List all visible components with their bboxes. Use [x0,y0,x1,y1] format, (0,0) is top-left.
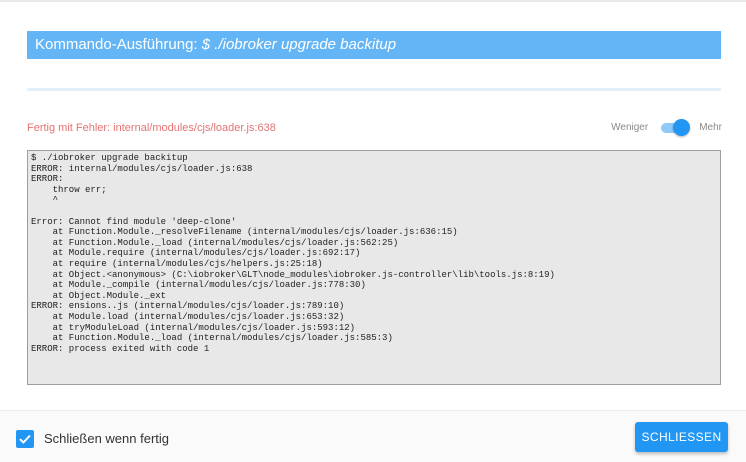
log-line: ERROR: internal/modules/cjs/loader.js:63… [31,163,253,174]
log-line: Error: Cannot find module 'deep-clone' [31,216,237,227]
close-when-done-label: Schließen wenn fertig [44,431,170,446]
error-status-text: Fertig mit Fehler: internal/modules/cjs/… [27,122,276,134]
dialog-title-command: $ ./iobroker upgrade backitup [201,36,397,53]
verbosity-switch[interactable] [659,119,691,137]
log-line: at Function.Module._load (internal/modul… [31,237,399,248]
verbosity-toggle-group: Weniger Mehr [611,119,722,137]
close-when-done-option[interactable]: Schließen wenn fertig [16,430,169,448]
log-line: at Object.<anonymous> (C:\iobroker\GLT\n… [31,269,555,280]
log-line: at Module._compile (internal/modules/cjs… [31,280,366,291]
log-line: at Module.require (internal/modules/cjs/… [31,248,361,259]
dialog-title-prefix: Kommando-Ausführung: [35,36,202,53]
log-line: ERROR: ensions..js (internal/modules/cjs… [31,301,345,312]
log-line: at Function.Module._load (internal/modul… [31,333,393,344]
log-line: $ ./iobroker upgrade backitup [31,153,188,163]
dialog-title: Kommando-Ausführung: $ ./iobroker upgrad… [27,31,721,59]
log-line: ^ [31,195,59,206]
log-line: ERROR: [31,174,64,185]
command-output-log[interactable]: $ ./iobroker upgrade backitup ERROR: inte… [27,150,721,385]
log-line: at Function.Module._resolveFilename (int… [31,227,458,238]
log-line: ERROR: process exited with code 1 [31,343,210,354]
progress-bar [27,88,721,91]
log-line: throw err; [31,184,107,195]
dialog-top-edge [0,0,746,2]
log-line: at Module.load (internal/modules/cjs/loa… [31,311,345,322]
toggle-less-label: Weniger [611,122,649,133]
close-when-done-checkbox[interactable] [16,430,34,448]
close-button[interactable]: SCHLIESSEN [635,422,728,452]
log-line: at tryModuleLoad (internal/modules/cjs/l… [31,322,356,333]
check-icon [19,434,31,444]
command-dialog: Kommando-Ausführung: $ ./iobroker upgrad… [0,0,746,462]
log-line: at require (internal/modules/cjs/helpers… [31,258,323,269]
toggle-more-label: Mehr [699,122,722,133]
log-line: at Object.Module._ext [31,290,167,301]
switch-thumb[interactable] [673,119,691,136]
